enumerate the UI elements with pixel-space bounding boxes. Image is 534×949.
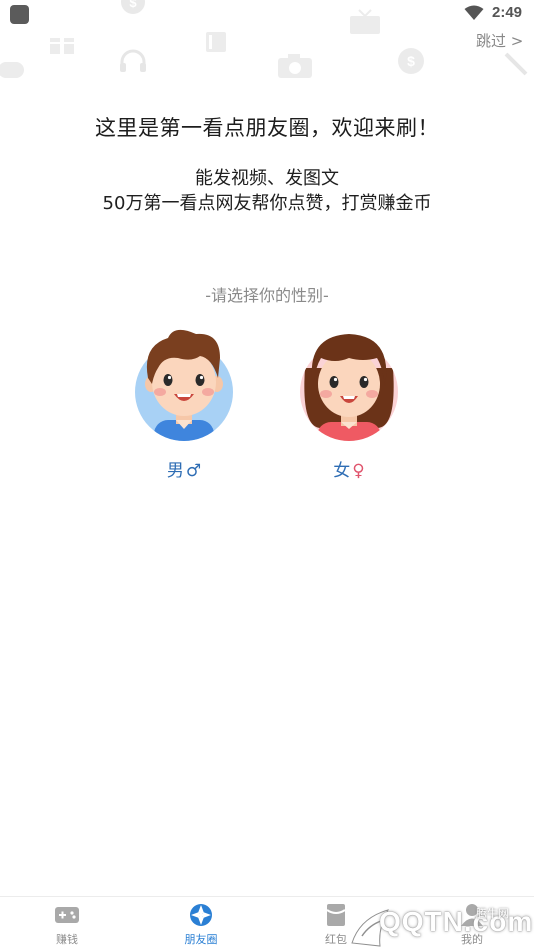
intro-line-1: 能发视频、发图文 (195, 168, 339, 189)
app-notification-icon (10, 5, 29, 24)
screen: 2:49 $ $ 跳过 > 这里是第一看点朋友圈，欢迎来刷！ 能发视频、发图文 … (0, 0, 534, 949)
gender-male-label[interactable]: 男 ♂ (134, 456, 234, 481)
camera-icon (278, 54, 312, 78)
gamepad-icon (55, 907, 79, 923)
gender-prompt: -请选择你的性别- (205, 286, 329, 305)
nav-label-moments: 朋友圈 (184, 933, 218, 946)
gender-male-option[interactable]: 男 ♂ (134, 328, 234, 481)
status-bar: 2:49 (0, 0, 534, 30)
svg-text:$: $ (129, 0, 137, 10)
female-symbol-icon: ♀ (352, 461, 365, 481)
tv-icon (350, 9, 380, 34)
female-avatar[interactable] (299, 328, 399, 444)
female-text: 女 (333, 461, 351, 481)
nav-item-moments[interactable]: 朋友圈 (161, 903, 241, 947)
book-icon (206, 32, 226, 52)
red-packet-icon (326, 904, 346, 926)
game-controller-icon (0, 62, 24, 78)
male-avatar[interactable] (134, 328, 234, 444)
nav-label-earn: 赚钱 (56, 933, 78, 946)
coin-icon-2: $ (398, 48, 424, 74)
nav-item-red-packet[interactable]: 红包 (296, 903, 376, 947)
headphones-icon (120, 49, 146, 72)
gift-icon (50, 34, 74, 54)
gender-female-label[interactable]: 女 ♀ (299, 456, 399, 481)
aperture-icon (190, 904, 212, 926)
coin-icon: $ (121, 0, 145, 14)
intro-headline: 这里是第一看点朋友圈，欢迎来刷！ (95, 116, 439, 140)
watermark-text: QQTN.com (379, 906, 534, 937)
status-time: 2:49 (492, 4, 523, 21)
male-text: 男 (166, 461, 184, 481)
nav-item-earn[interactable]: 赚钱 (27, 903, 107, 947)
svg-text:$: $ (407, 53, 415, 69)
watermark-tag: 腾牛网 (476, 907, 509, 920)
intro-line-2: 50万第一看点网友帮你点赞，打赏赚金币 (102, 193, 432, 214)
gender-female-option[interactable]: 女 ♀ (299, 328, 399, 481)
wifi-icon (464, 5, 484, 20)
male-symbol-icon: ♂ (185, 461, 202, 481)
pen-icon (504, 52, 528, 76)
skip-button[interactable]: 跳过 > (476, 30, 523, 51)
nav-label-red-packet: 红包 (325, 933, 347, 946)
